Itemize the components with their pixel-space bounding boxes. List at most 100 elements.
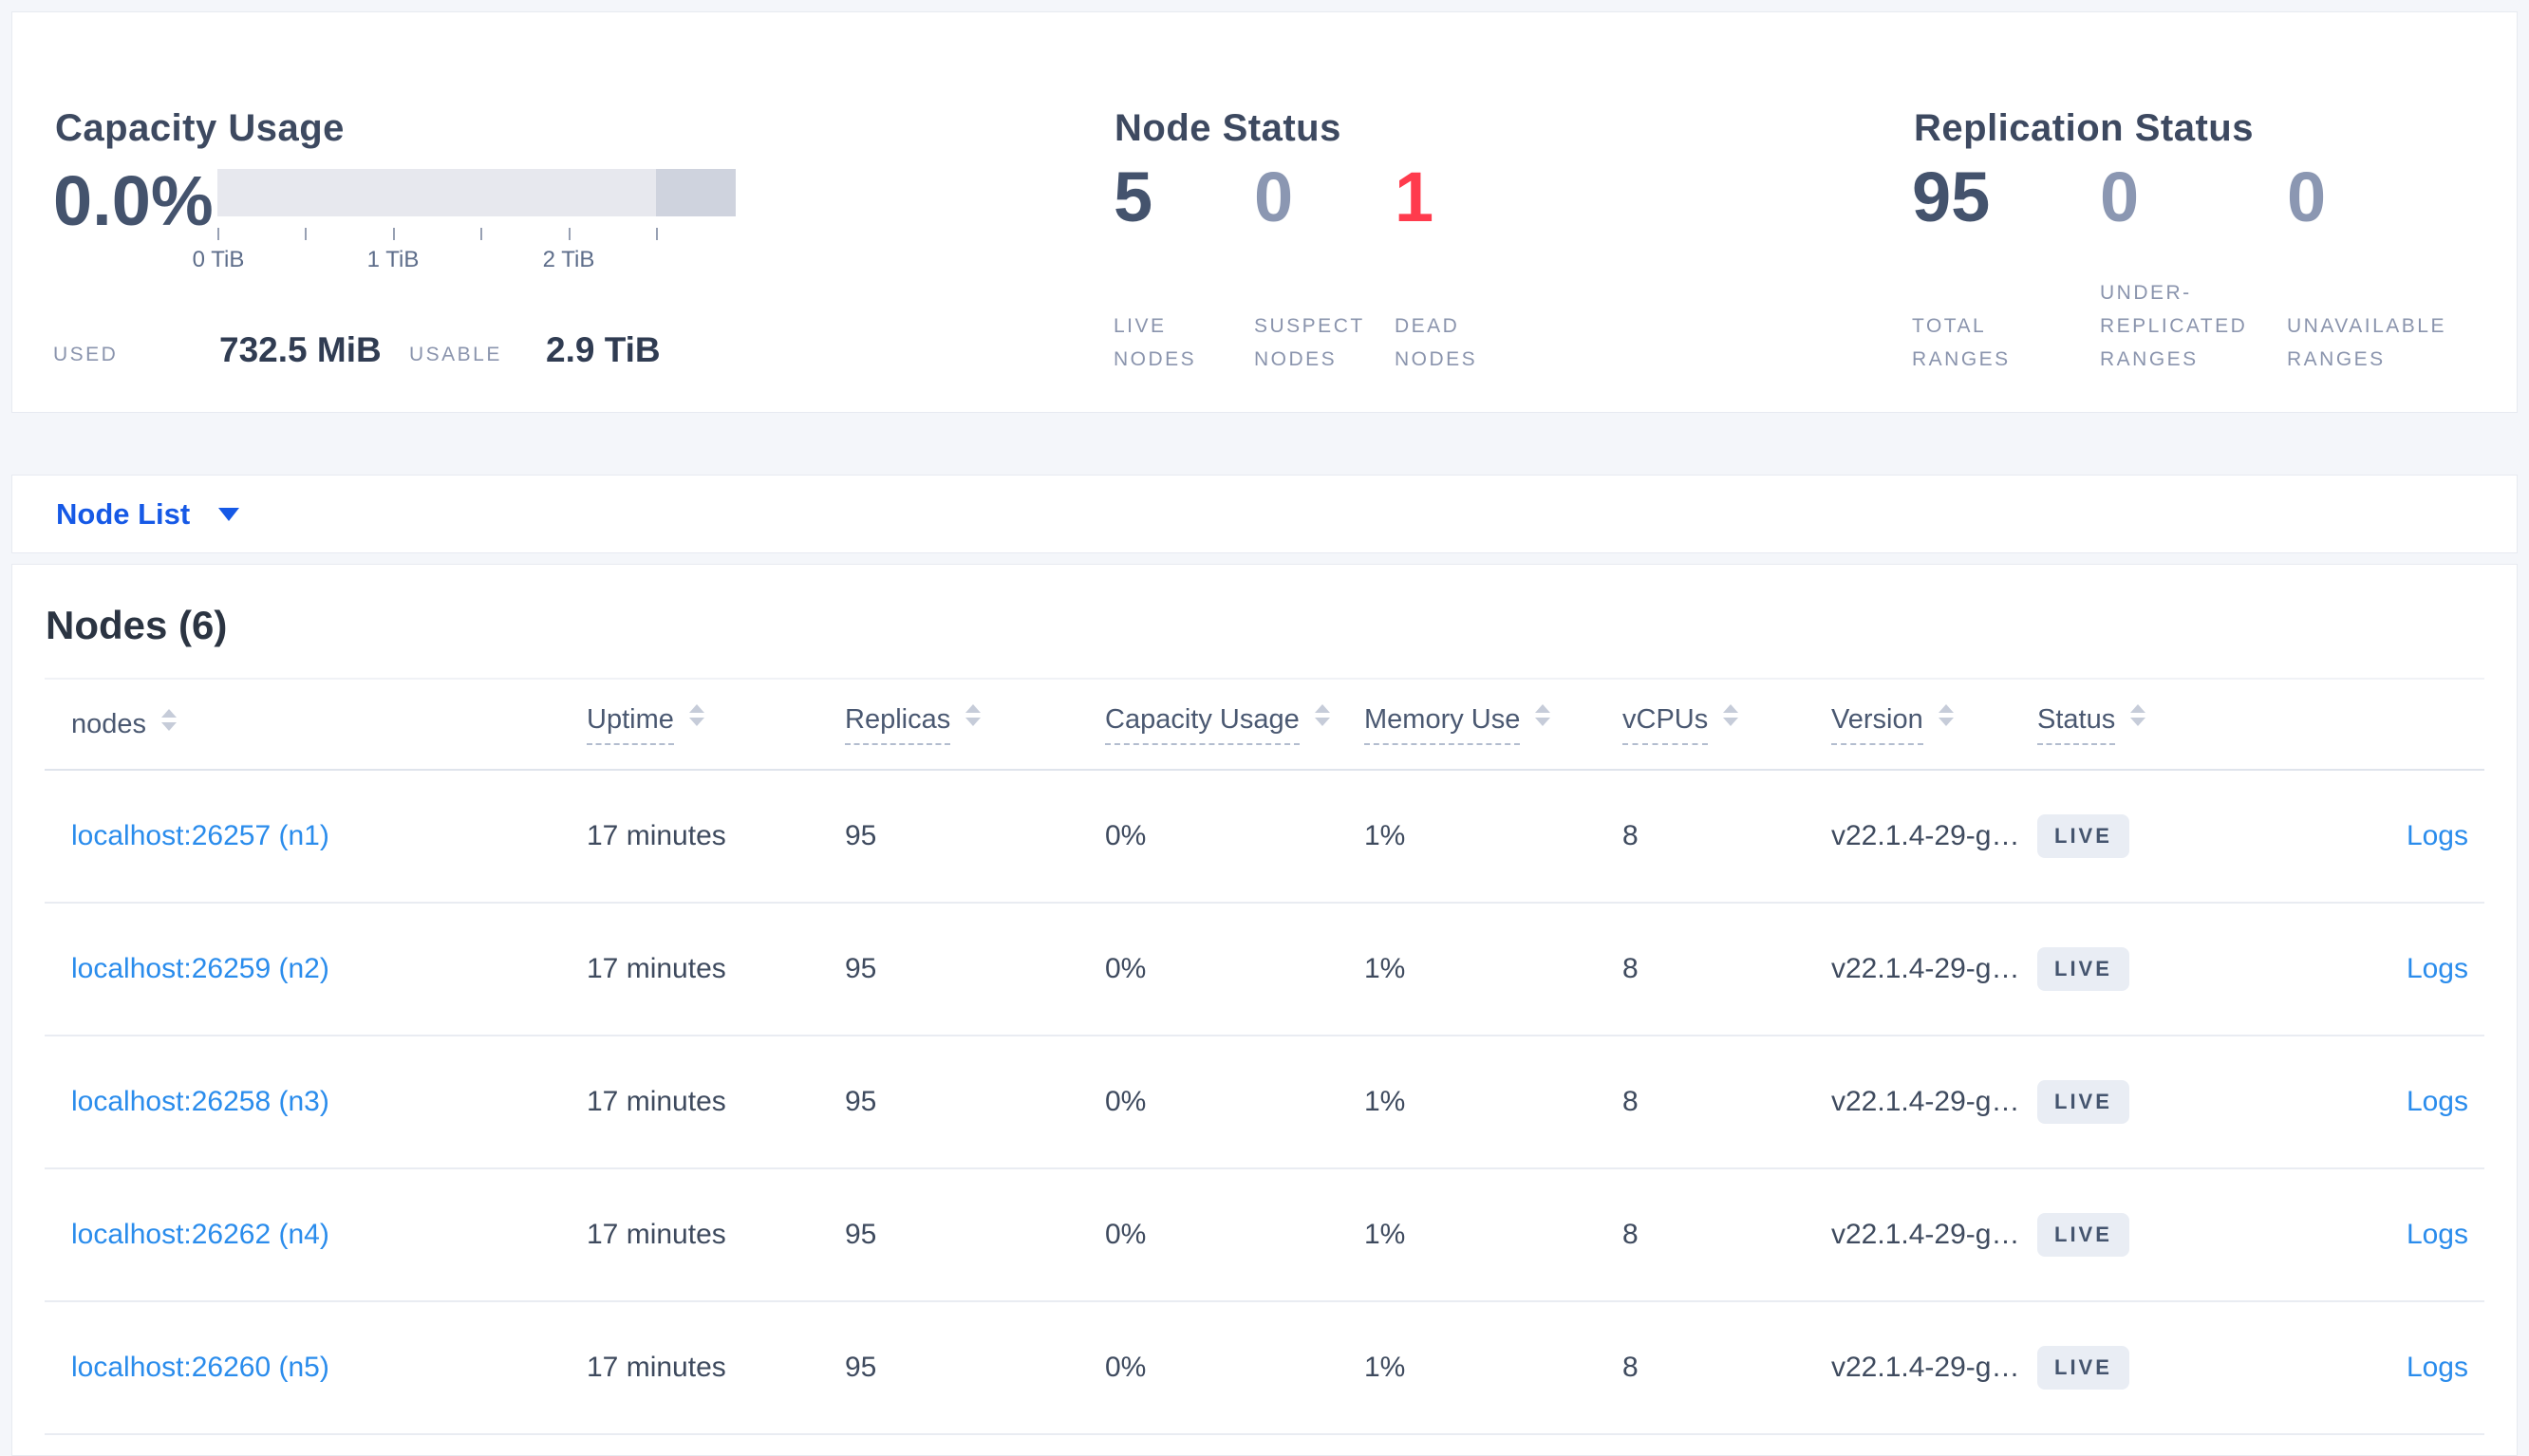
replicas-cell: 95	[845, 1219, 877, 1250]
column-label: Uptime	[587, 704, 674, 745]
version-cell: v22.1.4-29-g…	[1831, 953, 2020, 984]
logs-link[interactable]: Logs	[2407, 1086, 2468, 1117]
capacity-bar-track	[217, 169, 736, 216]
logs-link[interactable]: Logs	[2407, 1352, 2468, 1383]
column-label: Status	[2037, 704, 2116, 745]
node-link[interactable]: localhost:26257 (n1)	[71, 820, 329, 851]
table-row: localhost:26258 (n3) 17 minutes 95 0% 1%…	[45, 1036, 2484, 1168]
column-header-version[interactable]: Version	[1831, 679, 2037, 770]
column-label: Memory Use	[1364, 704, 1521, 745]
dead-nodes-label: DEAD NODES	[1395, 315, 1478, 370]
under-replicated-ranges-value: 0	[2100, 158, 2140, 236]
sort-icon	[965, 703, 982, 726]
capacity-usage-title: Capacity Usage	[55, 107, 345, 149]
uptime-cell: 17 minutes	[587, 1086, 726, 1117]
total-ranges-label: TOTAL RANGES	[1912, 315, 2011, 370]
total-ranges-value: 95	[1912, 158, 1991, 236]
sort-icon	[2130, 703, 2146, 726]
nodes-table: nodes Uptime Replicas Capacity Usage Mem…	[45, 678, 2484, 1435]
status-badge: LIVE	[2037, 1213, 2129, 1257]
suspect-nodes-metric: 0 SUSPECT NODES	[1254, 162, 1368, 376]
tick-label-0tib: 0 TiB	[192, 247, 245, 272]
status-badge: LIVE	[2037, 947, 2129, 991]
status-badge: LIVE	[2037, 1080, 2129, 1124]
under-replicated-ranges-label: UNDER-REPLICATED RANGES	[2100, 282, 2248, 370]
table-row: localhost:26262 (n4) 17 minutes 95 0% 1%…	[45, 1168, 2484, 1301]
vcpus-cell: 8	[1622, 1219, 1639, 1250]
live-nodes-metric: 5 LIVE NODES	[1114, 162, 1227, 376]
chevron-down-icon	[218, 507, 240, 521]
capacity-bar: 0 TiB 1 TiB 2 TiB	[193, 169, 736, 275]
node-status-title: Node Status	[1115, 107, 1341, 149]
column-label: nodes	[71, 708, 147, 739]
cluster-summary-card: Capacity Usage 0.0% 0 TiB 1 TiB 2 TiB US…	[11, 11, 2518, 413]
column-header-replicas[interactable]: Replicas	[845, 679, 1105, 770]
suspect-nodes-value: 0	[1254, 158, 1294, 236]
status-badge: LIVE	[2037, 1346, 2129, 1390]
uptime-cell: 17 minutes	[587, 953, 726, 984]
column-header-memory-use[interactable]: Memory Use	[1364, 679, 1622, 770]
nodes-table-title: Nodes (6)	[46, 603, 228, 647]
node-list-dropdown-label: Node List	[56, 496, 191, 531]
column-label: Capacity Usage	[1105, 704, 1300, 745]
column-header-logs	[2265, 679, 2484, 770]
live-nodes-label: LIVE NODES	[1114, 315, 1197, 370]
node-link[interactable]: localhost:26258 (n3)	[71, 1086, 329, 1117]
logs-link[interactable]: Logs	[2407, 1219, 2468, 1250]
replication-status-title: Replication Status	[1914, 107, 2254, 149]
table-row: localhost:26257 (n1) 17 minutes 95 0% 1%…	[45, 770, 2484, 903]
tick-label-1tib: 1 TiB	[366, 247, 420, 272]
replicas-cell: 95	[845, 820, 877, 851]
column-header-nodes[interactable]: nodes	[45, 679, 587, 770]
suspect-nodes-label: SUSPECT NODES	[1254, 315, 1365, 370]
sort-icon	[1938, 703, 1954, 726]
capacity-cell: 0%	[1105, 1352, 1147, 1383]
replicas-cell: 95	[845, 1086, 877, 1117]
uptime-cell: 17 minutes	[587, 1219, 726, 1250]
memory-cell: 1%	[1364, 953, 1406, 984]
column-header-vcpus[interactable]: vCPUs	[1622, 679, 1831, 770]
vcpus-cell: 8	[1622, 820, 1639, 851]
node-link[interactable]: localhost:26262 (n4)	[71, 1219, 329, 1250]
memory-cell: 1%	[1364, 1086, 1406, 1117]
node-list-dropdown[interactable]: Node List	[56, 496, 240, 532]
node-link[interactable]: localhost:26259 (n2)	[71, 953, 329, 984]
used-value: 732.5 MiB	[219, 330, 382, 369]
column-header-status[interactable]: Status	[2037, 679, 2265, 770]
tick-label-2tib: 2 TiB	[542, 247, 595, 272]
vcpus-cell: 8	[1622, 1352, 1639, 1383]
column-header-capacity-usage[interactable]: Capacity Usage	[1105, 679, 1364, 770]
used-label: USED	[53, 344, 119, 365]
logs-link[interactable]: Logs	[2407, 820, 2468, 851]
column-header-uptime[interactable]: Uptime	[587, 679, 845, 770]
sort-icon	[688, 703, 704, 726]
sort-icon	[1535, 703, 1551, 726]
uptime-cell: 17 minutes	[587, 1352, 726, 1383]
column-label: Replicas	[845, 704, 951, 745]
capacity-cell: 0%	[1105, 820, 1147, 851]
capacity-percent-value: 0.0%	[53, 161, 214, 240]
node-link[interactable]: localhost:26260 (n5)	[71, 1352, 329, 1383]
under-replicated-ranges-metric: 0 UNDER-REPLICATED RANGES	[2100, 162, 2271, 376]
uptime-cell: 17 minutes	[587, 820, 726, 851]
usable-label: USABLE	[409, 344, 502, 365]
table-row: localhost:26260 (n5) 17 minutes 95 0% 1%…	[45, 1301, 2484, 1434]
table-header-row: nodes Uptime Replicas Capacity Usage Mem…	[45, 679, 2484, 770]
memory-cell: 1%	[1364, 820, 1406, 851]
column-label: vCPUs	[1622, 704, 1709, 745]
replicas-cell: 95	[845, 1352, 877, 1383]
capacity-axis-ticks	[217, 228, 736, 241]
nodes-table-card: Nodes (6) nodes Uptime Replicas Capacity…	[11, 564, 2518, 1456]
unavailable-ranges-metric: 0 UNAVAILABLE RANGES	[2287, 162, 2491, 376]
unavailable-ranges-label: UNAVAILABLE RANGES	[2287, 315, 2446, 370]
sort-icon	[1314, 703, 1330, 726]
capacity-cell: 0%	[1105, 1219, 1147, 1250]
capacity-cell: 0%	[1105, 1086, 1147, 1117]
logs-link[interactable]: Logs	[2407, 953, 2468, 984]
vcpus-cell: 8	[1622, 1086, 1639, 1117]
capacity-used-row: USED 732.5 MiB USABLE 2.9 TiB	[12, 330, 867, 378]
memory-cell: 1%	[1364, 1352, 1406, 1383]
view-selector-bar: Node List	[11, 475, 2518, 553]
unavailable-ranges-value: 0	[2287, 158, 2327, 236]
version-cell: v22.1.4-29-g…	[1831, 1352, 2020, 1383]
